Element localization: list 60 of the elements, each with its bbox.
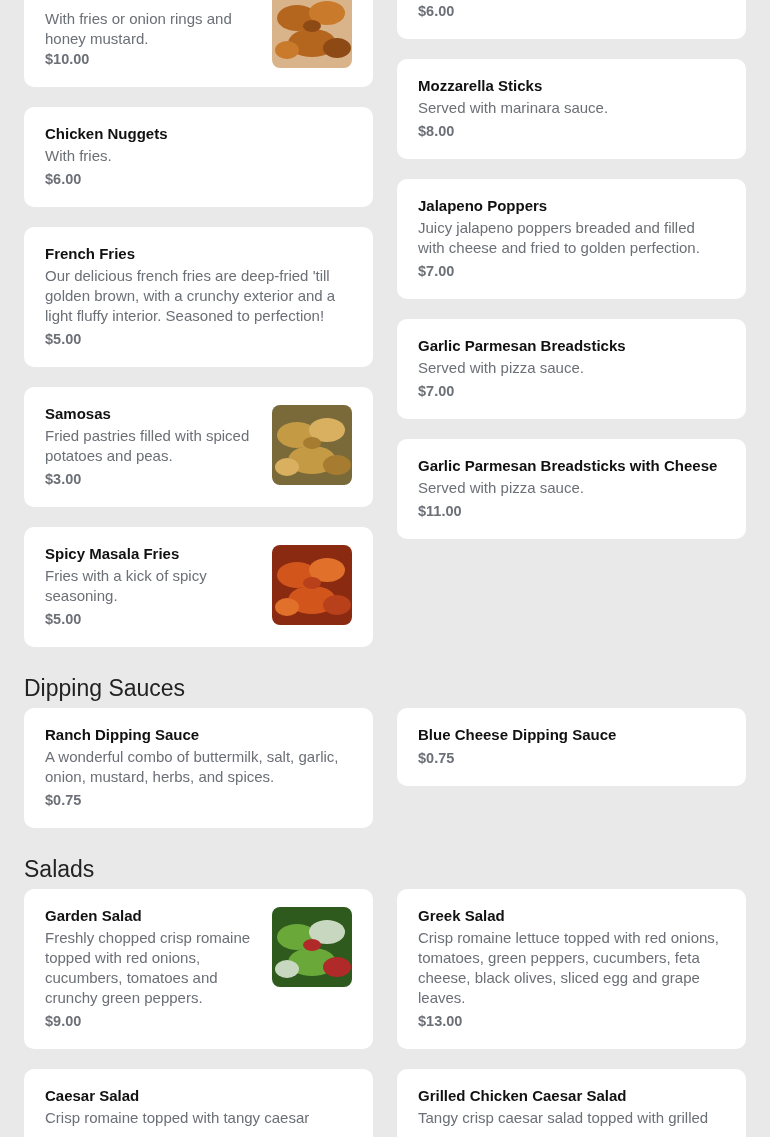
item-price: $0.75 <box>418 749 456 768</box>
menu-item-card[interactable]: Greek Salad Crisp romaine lettuce topped with red onions, tomatoes, green peppers, cucumbers, feta cheese, black olives, sliced egg and grape leaves. $13.00 <box>397 889 746 1049</box>
item-name: Chicken Nuggets <box>45 124 169 144</box>
item-name: Greek Salad <box>418 906 506 926</box>
menu-item-card[interactable]: Chicken Nuggets With fries. $6.00 <box>24 107 373 207</box>
menu-item-card[interactable]: Garden Salad Freshly chopped crisp romaine topped with red onions, cucumbers, tomatoes and crunchy green peppers. $9.00 <box>24 889 373 1049</box>
menu-item-card[interactable]: Caesar Salad Crisp romaine topped with tangy caesar <box>24 1069 373 1137</box>
item-price: $9.00 <box>45 1012 83 1031</box>
item-description: Juicy jalapeno poppers breaded and filled with cheese and fried to golden perfection. <box>418 218 701 258</box>
item-description: Crisp romaine lettuce topped with red onions, tomatoes, green peppers, cucumbers, feta cheese, black olives, sliced egg and grape leaves. <box>418 928 720 1008</box>
item-description: With fries or onion rings and honey mustard. <box>45 9 233 49</box>
item-name: Caesar Salad <box>45 1086 141 1106</box>
item-name: Blue Cheese Dipping Sauce <box>418 725 618 745</box>
item-price: $0.75 <box>45 791 83 810</box>
item-description: A wonderful combo of buttermilk, salt, garlic, onion, mustard, herbs, and spices. <box>45 747 340 787</box>
menu-item-card[interactable]: Ranch Dipping Sauce A wonderful combo of buttermilk, salt, garlic, onion, mustard, herbs, and spices. $0.75 <box>24 708 373 828</box>
item-description: Served with pizza sauce. <box>418 358 585 378</box>
item-name: Samosas <box>45 404 112 424</box>
item-name: Spicy Masala Fries <box>45 544 181 564</box>
item-description: Freshly chopped crisp romaine topped with red onions, cucumbers, tomatoes and crunchy green peppers. <box>45 928 252 1008</box>
item-price: $6.00 <box>418 2 456 21</box>
item-price: $7.00 <box>418 382 456 401</box>
menu-item-card[interactable]: Garlic Parmesan Breadsticks Served with pizza sauce. $7.00 <box>397 319 746 419</box>
menu-item-card[interactable]: Grilled Chicken Caesar Salad Tangy crisp caesar salad topped with grilled <box>397 1069 746 1137</box>
item-price: $3.00 <box>45 470 83 489</box>
menu-item-card[interactable]: French Fries Our delicious french fries are deep-fried 'till golden brown, with a crunchy exterior and a light fluffy interior. Seasoned to perfection! $5.00 <box>24 227 373 367</box>
section-heading: Salads <box>24 855 96 884</box>
item-name: Mozzarella Sticks <box>418 76 544 96</box>
menu-item-card[interactable]: Mozzarella Sticks Served with marinara sauce. $8.00 <box>397 59 746 159</box>
item-price: $5.00 <box>45 610 83 629</box>
item-price: $11.00 <box>418 502 463 521</box>
section-heading: Dipping Sauces <box>24 674 187 703</box>
item-description: Fries with a kick of spicy seasoning. <box>45 566 208 606</box>
item-name: Jalapeno Poppers <box>418 196 549 216</box>
item-description: Fried pastries filled with spiced potatoes and peas. <box>45 426 251 466</box>
item-name: Ranch Dipping Sauce <box>45 725 201 745</box>
item-name: Garden Salad <box>45 906 143 926</box>
item-description: Our delicious french fries are deep-fried 'till golden brown, with a crunchy exterior and a light fluffy interior. Seasoned to perfection! <box>45 266 337 326</box>
item-name: Garlic Parmesan Breadsticks with Cheese <box>418 456 719 476</box>
menu-item-card[interactable]: Garlic Parmesan Breadsticks with Cheese Served with pizza sauce. $11.00 <box>397 439 746 539</box>
item-description: Tangy crisp caesar salad topped with grilled <box>418 1108 710 1128</box>
item-price: $8.00 <box>418 122 456 141</box>
menu-item-card[interactable]: $6.00 <box>397 0 746 39</box>
item-price: $7.00 <box>418 262 456 281</box>
item-price: $10.00 <box>45 50 91 69</box>
item-description: Crisp romaine topped with tangy caesar <box>45 1108 311 1128</box>
item-price: $6.00 <box>45 170 83 189</box>
menu-item-card[interactable]: Blue Cheese Dipping Sauce $0.75 <box>397 708 746 786</box>
menu-item-card[interactable]: Samosas Fried pastries filled with spiced potatoes and peas. $3.00 <box>24 387 373 507</box>
item-description: Served with marinara sauce. <box>418 98 610 118</box>
item-description: With fries. <box>45 146 113 166</box>
item-description: Served with pizza sauce. <box>418 478 585 498</box>
item-name: Grilled Chicken Caesar Salad <box>418 1086 628 1106</box>
menu-item-card[interactable]: With fries or onion rings and honey mustard. $10.00 <box>24 0 373 87</box>
item-name: French Fries <box>45 244 137 264</box>
item-price: $13.00 <box>418 1012 464 1031</box>
item-price: $5.00 <box>45 330 83 349</box>
menu-item-card[interactable]: Spicy Masala Fries Fries with a kick of spicy seasoning. $5.00 <box>24 527 373 647</box>
menu-item-card[interactable]: Jalapeno Poppers Juicy jalapeno poppers breaded and filled with cheese and fried to golden perfection. $7.00 <box>397 179 746 299</box>
item-name: Garlic Parmesan Breadsticks <box>418 336 627 356</box>
